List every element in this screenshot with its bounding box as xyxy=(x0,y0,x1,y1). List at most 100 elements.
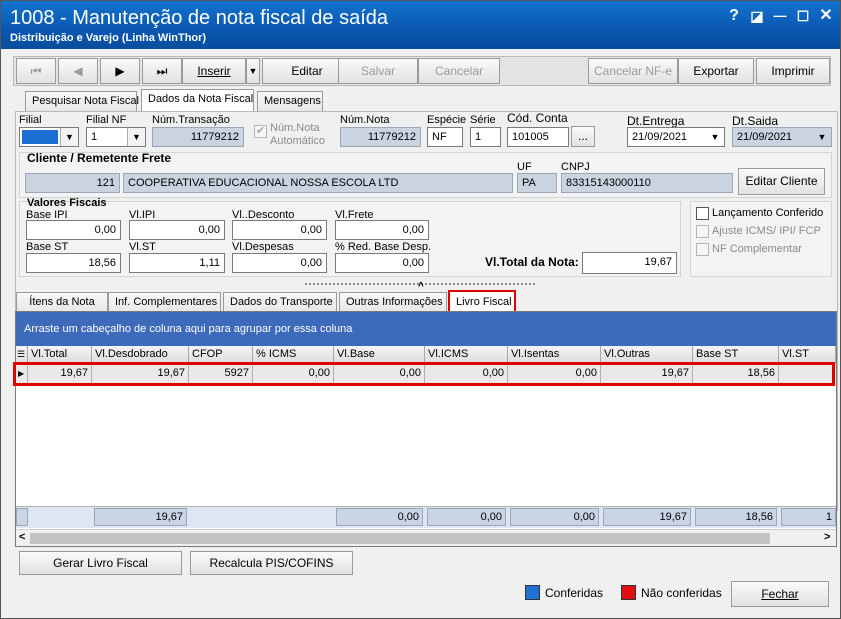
horizontal-scrollbar[interactable]: < > xyxy=(16,529,836,546)
filial-nf-select[interactable]: 1 ▼ xyxy=(86,127,146,147)
ajuste-checkbox[interactable] xyxy=(696,225,709,238)
maximize-icon[interactable]: ☐ xyxy=(792,5,814,27)
toolbar: ⏮ ◀ ▶ ⏭ Inserir ▼ Editar Salvar Cancelar… xyxy=(13,56,831,86)
subtab-livro-fiscal[interactable]: Livro Fiscal xyxy=(448,290,516,313)
group-by-hint: Arraste um cabeçalho de coluna aqui para… xyxy=(24,323,353,335)
footer-vl-icms: 0,00 xyxy=(427,508,506,526)
vl-despesas-label: Vl.Despesas xyxy=(232,241,294,253)
cliente-section-title: Cliente / Remetente Frete xyxy=(27,151,172,165)
base-ipi-field[interactable]: 0,00 xyxy=(26,220,121,240)
gerar-livro-fiscal-button[interactable]: Gerar Livro Fiscal xyxy=(19,551,182,575)
num-nota-field: 11779212 xyxy=(340,127,421,147)
exportar-button[interactable]: Exportar xyxy=(678,58,754,84)
vl-desconto-field[interactable]: 0,00 xyxy=(232,220,327,240)
chevron-down-icon[interactable]: ▼ xyxy=(127,128,145,146)
minimize-icon[interactable]: — xyxy=(769,5,791,27)
footer-vl-base: 0,00 xyxy=(336,508,423,526)
serie-label: Série xyxy=(470,114,496,126)
vl-frete-field[interactable]: 0,00 xyxy=(335,220,429,240)
cancelar-button[interactable]: Cancelar xyxy=(418,58,500,84)
red-base-field[interactable]: 0,00 xyxy=(335,253,429,273)
cod-conta-field[interactable]: 101005 xyxy=(507,127,569,147)
ajuste-label: Ajuste ICMS/ IPI/ FCP xyxy=(712,225,821,237)
filial-label: Filial xyxy=(19,114,42,126)
legend-nao-conferidas-label: Não conferidas xyxy=(641,586,722,600)
inserir-label: Inserir xyxy=(197,64,231,78)
fechar-label: Fechar xyxy=(761,587,799,601)
fechar-button[interactable]: Fechar xyxy=(731,581,829,607)
editar-cliente-button[interactable]: Editar Cliente xyxy=(738,168,825,195)
dt-entrega-value: 21/09/2021 xyxy=(632,131,688,143)
filial-nf-value: 1 xyxy=(91,131,98,143)
footer-base-st: 18,56 xyxy=(695,508,777,526)
num-nota-auto-label1: Núm.Nota xyxy=(270,122,320,134)
imprimir-button[interactable]: Imprimir xyxy=(756,58,830,84)
cliente-nome-field: COOPERATIVA EDUCACIONAL NOSSA ESCOLA LTD xyxy=(123,173,513,193)
next-record-button[interactable]: ▶ xyxy=(100,58,140,84)
scroll-thumb[interactable] xyxy=(30,533,770,544)
close-icon[interactable]: ✕ xyxy=(815,5,837,27)
especie-field[interactable]: NF xyxy=(427,127,463,147)
valores-section-title: Valores Fiscais xyxy=(27,197,107,209)
lancamento-checkbox[interactable] xyxy=(696,207,709,220)
num-nota-auto-checkbox[interactable]: ✔ xyxy=(254,125,267,138)
filial-select[interactable]: ▼ xyxy=(19,127,79,147)
recalcula-pis-cofins-button[interactable]: Recalcula PIS/COFINS xyxy=(190,551,353,575)
nf-complementar-checkbox[interactable] xyxy=(696,243,709,256)
group-by-band: Arraste um cabeçalho de coluna aqui para… xyxy=(16,312,836,346)
nf-complementar-label: NF Complementar xyxy=(712,243,802,255)
cliente-uf-field: PA xyxy=(517,173,557,193)
tab-pesquisar[interactable]: Pesquisar Nota Fiscal xyxy=(25,91,139,112)
num-nota-label: Núm.Nota xyxy=(340,114,390,126)
legend-conferidas-label: Conferidas xyxy=(545,586,604,600)
main-window: 1008 - Manutenção de nota fiscal de saíd… xyxy=(0,0,841,619)
vl-st-label: Vl.ST xyxy=(129,241,156,253)
cliente-cnpj-field: 83315143000110 xyxy=(561,173,733,193)
first-record-button[interactable]: ⏮ xyxy=(16,58,56,84)
filial-selected xyxy=(22,130,58,144)
base-st-field[interactable]: 18,56 xyxy=(26,253,121,273)
footer-blank xyxy=(16,508,28,526)
cod-conta-lookup-button[interactable]: ... xyxy=(571,126,595,147)
scroll-left-icon[interactable]: < xyxy=(19,531,25,543)
tab-mensagens[interactable]: Mensagens xyxy=(257,91,323,112)
restore-icon[interactable]: ◪ xyxy=(746,5,768,27)
footer-vl-desdobrado: 19,67 xyxy=(94,508,187,526)
help-icon[interactable]: ? xyxy=(723,5,745,27)
vl-despesas-field[interactable]: 0,00 xyxy=(232,253,327,273)
prev-record-button[interactable]: ◀ xyxy=(58,58,98,84)
tab-dados-nota[interactable]: Dados da Nota Fiscal xyxy=(141,89,254,112)
last-record-button[interactable]: ⏭ xyxy=(142,58,182,84)
lancamento-label: Lançamento Conferido xyxy=(712,207,824,219)
chevron-down-icon[interactable]: ▼ xyxy=(60,128,78,146)
red-base-label: % Red. Base Desp. xyxy=(335,241,431,253)
subtab-itens[interactable]: Ítens da Nota xyxy=(16,292,108,313)
base-st-label: Base ST xyxy=(26,241,69,253)
num-transacao-field: 11779212 xyxy=(152,127,244,147)
inserir-button[interactable]: Inserir xyxy=(182,58,246,84)
dt-saida-value: 21/09/2021 xyxy=(737,131,793,143)
total-field[interactable]: 19,67 xyxy=(582,252,677,274)
scroll-right-icon[interactable]: > xyxy=(824,531,830,543)
chevron-down-icon[interactable]: ▼ xyxy=(706,128,724,146)
vl-ipi-field[interactable]: 0,00 xyxy=(129,220,225,240)
chevron-down-icon[interactable]: ▼ xyxy=(813,128,831,146)
serie-field[interactable]: 1 xyxy=(470,127,501,147)
dt-entrega-label: Dt.Entrega xyxy=(627,114,685,128)
row-highlight xyxy=(13,362,835,386)
cancelar-nfe-button[interactable]: Cancelar NF-e xyxy=(588,58,678,84)
footer-vl-st: 1 xyxy=(781,508,836,526)
inserir-dropdown-button[interactable]: ▼ xyxy=(246,58,260,84)
splitter-up-icon[interactable]: ^ xyxy=(418,281,424,292)
subtab-dados-transporte[interactable]: Dados do Transporte xyxy=(223,292,337,313)
dt-entrega-field[interactable]: 21/09/2021 ▼ xyxy=(627,127,725,147)
salvar-button[interactable]: Salvar xyxy=(338,58,418,84)
uf-label: UF xyxy=(517,161,532,173)
subtab-inf-complementares[interactable]: Inf. Complementares xyxy=(108,292,221,313)
subtab-outras-info[interactable]: Outras Informações xyxy=(339,292,447,313)
legend-nao-conferidas-swatch xyxy=(621,585,636,600)
legend-conferidas-swatch xyxy=(525,585,540,600)
vl-st-field[interactable]: 1,11 xyxy=(129,253,225,273)
cnpj-label: CNPJ xyxy=(561,161,590,173)
cod-conta-label: Cód. Conta xyxy=(507,111,568,125)
